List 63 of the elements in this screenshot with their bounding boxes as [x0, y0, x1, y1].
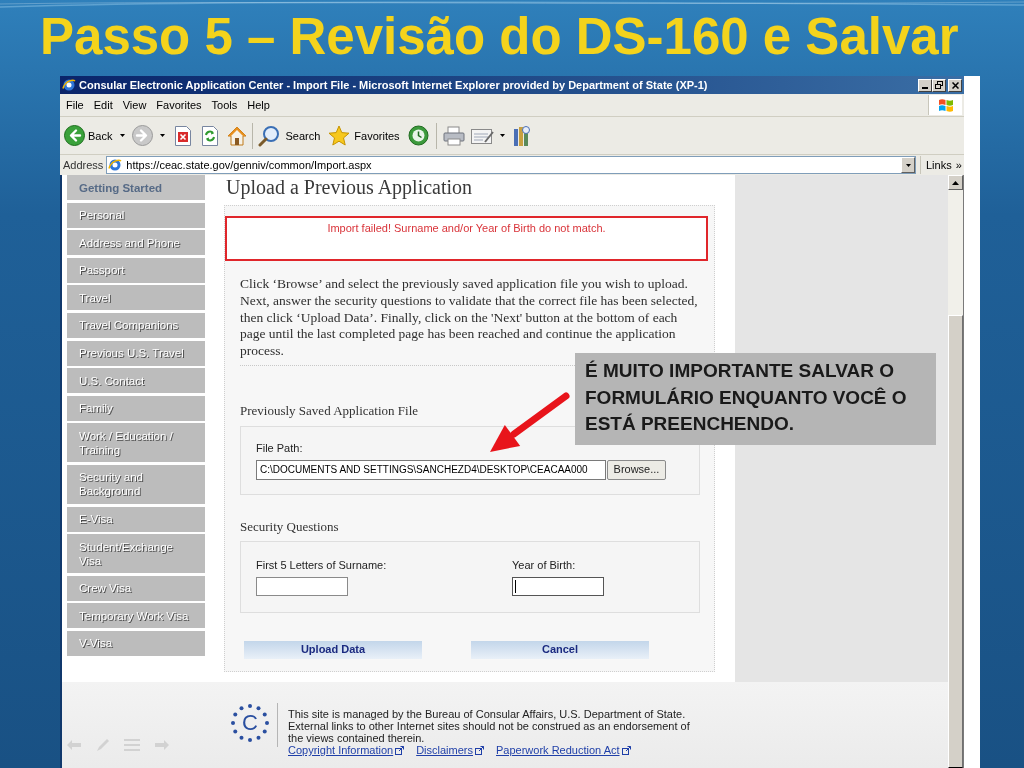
window-title: Consular Electronic Application Center - Import File - Microsoft Internet Explorer provided by Department of State (XP-1)	[79, 78, 708, 92]
url-text: https://ceac.state.gov/genniv/common/Import.aspx	[126, 158, 372, 172]
minimize-button[interactable]	[918, 78, 932, 92]
error-message: Import failed! Surname and/or Year of Birth do not match.	[225, 216, 708, 261]
menu-item[interactable]: Tools	[206, 98, 243, 112]
caret-icon	[120, 134, 126, 137]
field-label: Year of Birth:	[512, 559, 576, 572]
external-link-icon	[621, 745, 631, 755]
slide-title: Passo 5 – Revisão do DS-160 e Salvar	[40, 8, 959, 66]
browser-logo-icon	[62, 78, 76, 92]
caret-icon	[160, 134, 166, 137]
printer-icon	[442, 125, 465, 146]
section-title: Security Questions	[240, 519, 339, 535]
page-heading: Upload a Previous Application	[226, 176, 473, 198]
address-label: Address	[63, 158, 104, 172]
restore-button[interactable]	[932, 78, 946, 92]
footer-link[interactable]: Paperwork Reduction Act	[496, 744, 620, 756]
address-field[interactable]: https://ceac.state.gov/genniv/common/Import.aspx	[106, 156, 916, 174]
stop-icon	[174, 125, 193, 146]
footer-text: This site is managed by the Bureau of Consular Affairs, U.S. Department of State. External links to other Internet sites should not be construed as an endorsement of the views contained therein.	[288, 708, 691, 744]
field-label: File Path:	[256, 442, 303, 455]
menu-item[interactable]: File	[61, 98, 89, 112]
consular-logo: C	[230, 703, 270, 743]
upload-data-button[interactable]: Upload Data	[244, 641, 422, 659]
search-button[interactable]: Search	[258, 121, 321, 150]
text-field[interactable]	[512, 577, 604, 596]
star-icon	[328, 125, 351, 146]
menu-item[interactable]: Edit	[88, 98, 118, 112]
document-edit-icon	[470, 126, 495, 145]
file-path-field[interactable]: C:\DOCUMENTS AND SETTINGS\SANCHEZD4\DESKTOP\CEACAA000	[256, 460, 606, 480]
minimize-icon	[922, 86, 928, 89]
browser-logo-icon	[108, 158, 123, 172]
footer-link[interactable]: Disclaimers	[416, 744, 473, 756]
books-icon	[512, 124, 531, 147]
section-title: Previously Saved Application File	[240, 403, 418, 419]
browse-button[interactable]: Browse...	[607, 460, 666, 480]
links-button[interactable]: Links »	[920, 156, 964, 174]
scroll-up-button[interactable]	[948, 175, 963, 190]
close-icon	[951, 81, 959, 89]
text-field[interactable]	[256, 577, 348, 596]
caret-icon	[905, 163, 911, 167]
cancel-button[interactable]: Cancel	[471, 641, 649, 659]
search-icon	[258, 124, 281, 147]
up-arrow-icon	[952, 180, 959, 185]
field-label: First 5 Letters of Surname:	[256, 559, 387, 572]
external-link-icon	[475, 745, 484, 755]
favorites-button[interactable]: Favorites	[328, 121, 400, 150]
text-cursor-icon	[515, 580, 516, 593]
refresh-icon	[201, 125, 220, 146]
close-button[interactable]	[948, 78, 962, 92]
callout-note: É MUITO IMPORTANTE SALVAR O FORMULÁRIO ENQUANTO VOCÊ O ESTÁ PREENCHENDO.	[575, 353, 936, 445]
dropdown-button[interactable]	[901, 157, 915, 173]
menu-item[interactable]: Help	[242, 98, 275, 112]
external-link-icon	[395, 745, 405, 755]
caret-icon	[499, 134, 505, 137]
home-icon	[227, 125, 248, 146]
back-button[interactable]: Back	[63, 121, 127, 150]
restore-icon	[935, 81, 943, 89]
footer-link[interactable]: Copyright Information	[288, 744, 394, 756]
flag-logo-icon	[937, 97, 954, 113]
menu-item[interactable]: View	[117, 98, 152, 112]
scrollbar-thumb[interactable]	[948, 315, 963, 768]
menu-item[interactable]: Favorites	[151, 98, 207, 112]
